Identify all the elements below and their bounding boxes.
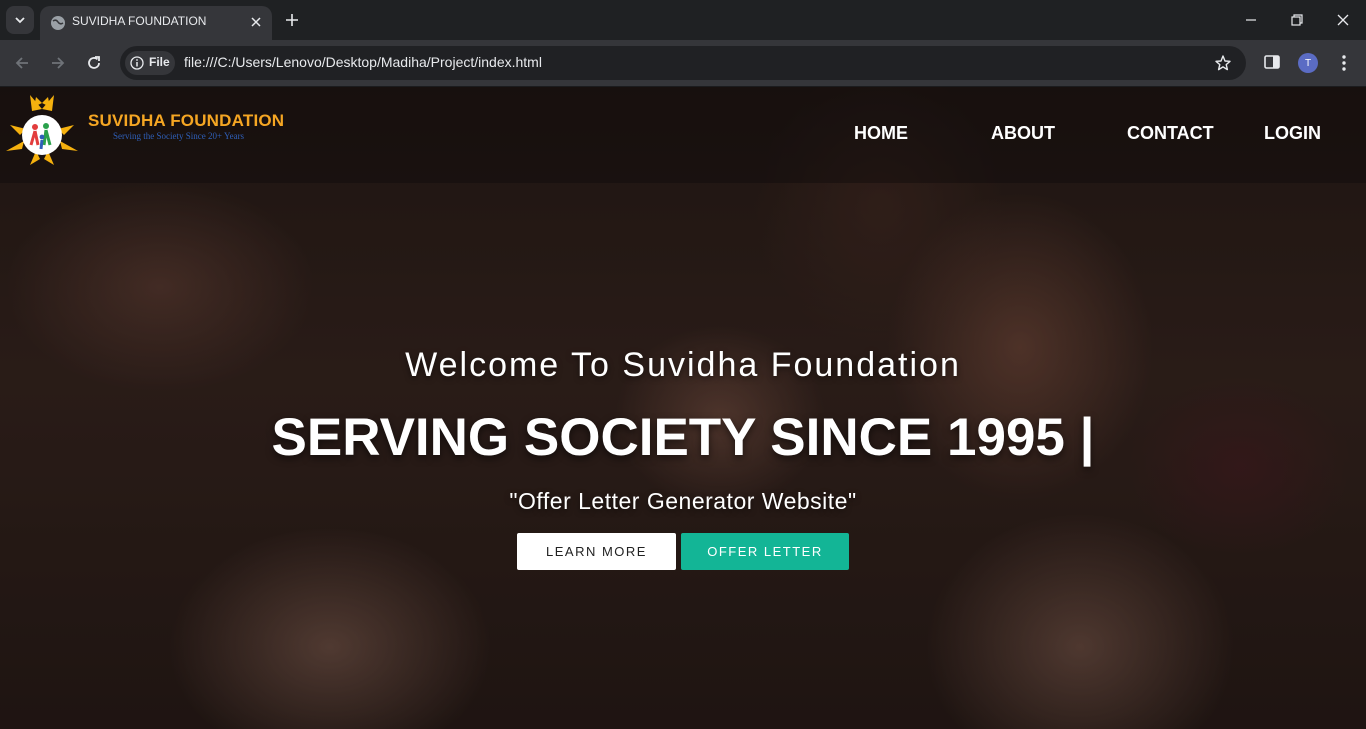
globe-icon [51, 16, 65, 30]
side-panel-icon[interactable] [1263, 53, 1281, 71]
url-text[interactable]: file:///C:/Users/Lenovo/Desktop/Madiha/P… [184, 54, 542, 70]
back-icon[interactable] [12, 53, 32, 73]
profile-avatar[interactable]: T [1298, 53, 1318, 73]
tab-strip: SUVIDHA FOUNDATION [0, 0, 1366, 40]
address-bar[interactable]: File file:///C:/Users/Lenovo/Desktop/Mad… [120, 46, 1246, 80]
brand-name[interactable]: SUVIDHA FOUNDATION [88, 111, 284, 131]
forward-icon[interactable] [48, 53, 68, 73]
minimize-icon[interactable] [1241, 10, 1261, 30]
active-tab[interactable]: SUVIDHA FOUNDATION [40, 6, 272, 40]
close-icon[interactable] [248, 14, 264, 30]
star-icon[interactable] [1214, 54, 1232, 72]
tab-title: SUVIDHA FOUNDATION [72, 14, 207, 28]
hero-welcome-text: Welcome To Suvidha Foundation [405, 346, 961, 384]
window-close-icon[interactable] [1333, 10, 1353, 30]
nav-home-link[interactable]: HOME [854, 123, 908, 144]
site-info-chip[interactable]: File [125, 51, 175, 75]
reload-icon[interactable] [84, 53, 104, 73]
kebab-menu-icon[interactable] [1336, 53, 1352, 73]
site-chip-label: File [149, 55, 170, 69]
nav-contact-link[interactable]: CONTACT [1127, 123, 1214, 144]
learn-more-button[interactable]: LEARN MORE [517, 533, 676, 570]
hero-heading: SERVING SOCIETY SINCE 1995 | [271, 408, 1095, 467]
brand-tagline: Serving the Society Since 20+ Years [113, 131, 245, 141]
hero-subtitle: "Offer Letter Generator Website" [509, 488, 857, 514]
site-header: SUVIDHA FOUNDATION Serving the Society S… [0, 87, 1366, 183]
nav-about-link[interactable]: ABOUT [991, 123, 1055, 144]
webpage: SUVIDHA FOUNDATION Serving the Society S… [0, 87, 1366, 729]
browser-toolbar: File file:///C:/Users/Lenovo/Desktop/Mad… [0, 40, 1366, 87]
plus-icon[interactable] [282, 10, 302, 30]
tab-search-button[interactable] [6, 6, 34, 34]
foundation-logo-icon[interactable] [2, 95, 82, 171]
nav-login-link[interactable]: LOGIN [1264, 123, 1321, 144]
info-icon [130, 56, 144, 70]
chevron-down-icon [15, 17, 25, 24]
offer-letter-button[interactable]: OFFER LETTER [681, 533, 849, 570]
maximize-icon[interactable] [1287, 10, 1307, 30]
